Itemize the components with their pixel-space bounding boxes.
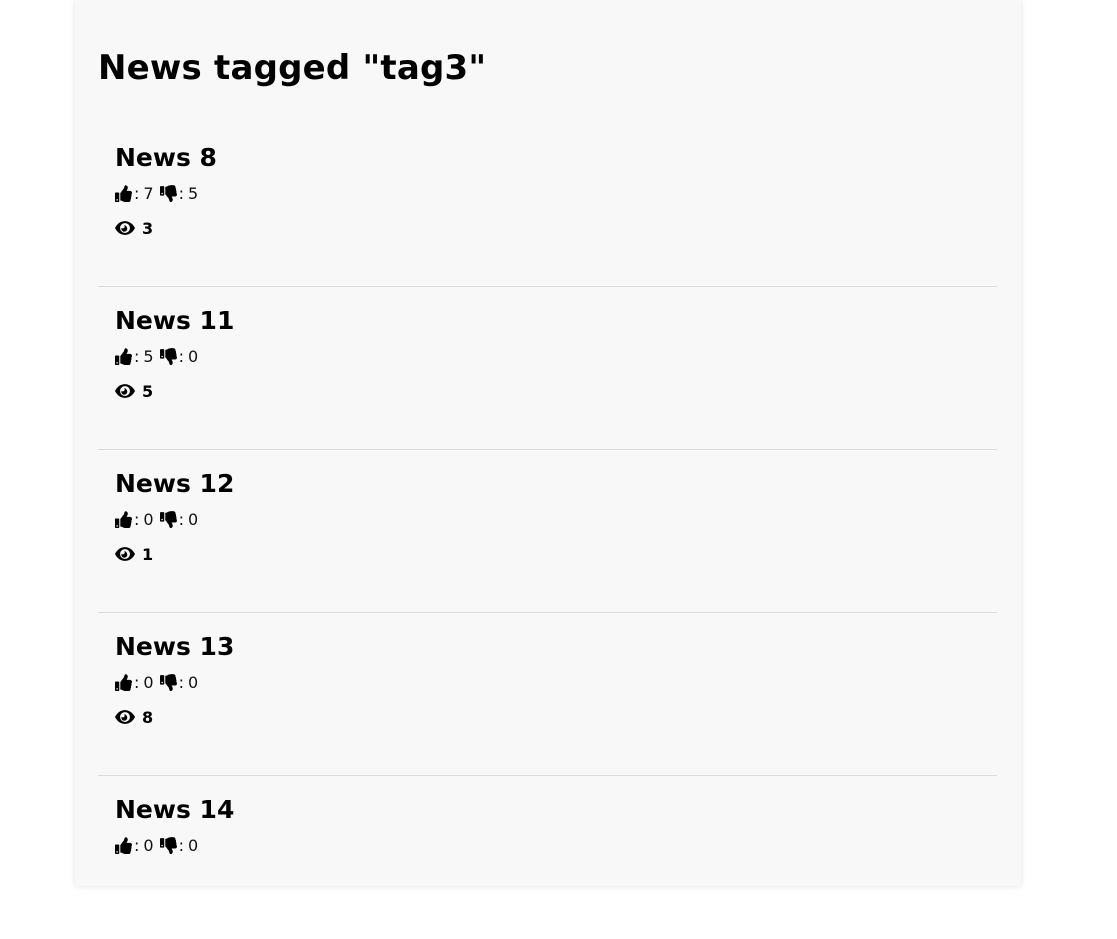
dislikes-count: 0 <box>187 346 199 366</box>
thumbs-down-icon[interactable] <box>159 836 178 854</box>
news-list-item: News 8 :7 :5 3 <box>98 124 997 287</box>
news-list-item: News 14 :0 :0 <box>98 776 997 939</box>
news-list-item: News 11 :5 :0 5 <box>98 287 997 450</box>
vote-counts: :0 :0 <box>115 835 997 855</box>
view-count: 8 <box>115 707 997 727</box>
thumbs-down-icon[interactable] <box>159 673 178 691</box>
views-count: 5 <box>142 381 154 401</box>
news-title-link[interactable]: News 8 <box>115 143 997 173</box>
views-count: 3 <box>142 218 154 238</box>
vote-counts: :0 :0 <box>115 509 997 529</box>
thumbs-up-icon[interactable] <box>115 836 133 854</box>
eye-icon <box>115 383 135 399</box>
dislikes-separator: : <box>178 509 184 529</box>
thumbs-up-icon[interactable] <box>115 510 133 528</box>
eye-icon <box>115 709 135 725</box>
news-page-container: News tagged "tag3" News 8 :7 :5 3 News 1… <box>75 0 1021 886</box>
views-count: 8 <box>142 707 154 727</box>
dislikes-separator: : <box>178 672 184 692</box>
vote-counts: :7 :5 <box>115 183 997 203</box>
dislikes-separator: : <box>178 835 184 855</box>
eye-icon <box>115 220 135 236</box>
likes-separator: : <box>134 346 140 366</box>
thumbs-down-icon[interactable] <box>159 510 178 528</box>
likes-separator: : <box>134 509 140 529</box>
thumbs-up-icon[interactable] <box>115 347 133 365</box>
likes-count: 0 <box>143 835 154 855</box>
thumbs-up-icon[interactable] <box>115 184 133 202</box>
view-count: 3 <box>115 218 997 238</box>
likes-count: 0 <box>143 509 154 529</box>
view-count: 1 <box>115 544 997 564</box>
dislikes-separator: : <box>178 346 184 366</box>
views-count: 1 <box>142 544 154 564</box>
news-list-item: News 13 :0 :0 8 <box>98 613 997 776</box>
vote-counts: :5 :0 <box>115 346 997 366</box>
thumbs-down-icon[interactable] <box>159 347 178 365</box>
news-title-link[interactable]: News 13 <box>115 632 997 662</box>
thumbs-up-icon[interactable] <box>115 673 133 691</box>
likes-separator: : <box>134 672 140 692</box>
news-list-item: News 12 :0 :0 1 <box>98 450 997 613</box>
likes-count: 0 <box>143 672 154 692</box>
likes-count: 5 <box>143 346 154 366</box>
news-title-link[interactable]: News 11 <box>115 306 997 336</box>
dislikes-count: 0 <box>187 509 199 529</box>
dislikes-count: 0 <box>187 672 199 692</box>
likes-count: 7 <box>143 183 154 203</box>
view-count: 5 <box>115 381 997 401</box>
likes-separator: : <box>134 183 140 203</box>
news-title-link[interactable]: News 14 <box>115 795 997 825</box>
eye-icon <box>115 546 135 562</box>
likes-separator: : <box>134 835 140 855</box>
vote-counts: :0 :0 <box>115 672 997 692</box>
dislikes-count: 5 <box>187 183 199 203</box>
news-title-link[interactable]: News 12 <box>115 469 997 499</box>
news-list: News 8 :7 :5 3 News 11 :5 :0 5 News 12:… <box>98 124 997 939</box>
thumbs-down-icon[interactable] <box>159 184 178 202</box>
dislikes-separator: : <box>178 183 184 203</box>
dislikes-count: 0 <box>187 835 199 855</box>
page-title: News tagged "tag3" <box>98 48 487 88</box>
